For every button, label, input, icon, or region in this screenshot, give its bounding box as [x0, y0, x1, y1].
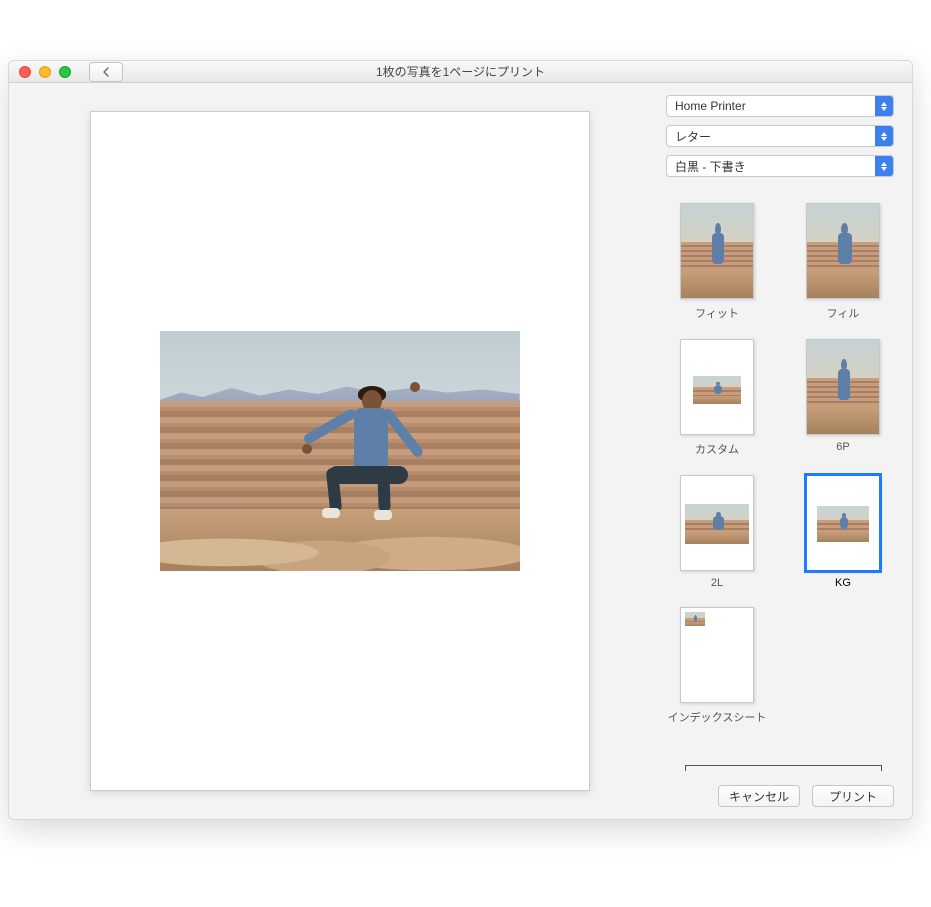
- layout-label: 2L: [711, 577, 723, 589]
- print-dialog-window: 1枚の写真を1ページにプリント: [8, 60, 913, 820]
- titlebar: 1枚の写真を1ページにプリント: [9, 61, 912, 83]
- photo-preview: [160, 331, 520, 571]
- layout-option-6p[interactable]: 6P: [792, 339, 894, 457]
- paper-size-value: レター: [666, 125, 894, 147]
- layout-thumb: [806, 475, 880, 571]
- layout-label: 6P: [836, 441, 849, 453]
- callout-line-bottom: [781, 819, 782, 820]
- sidebar: Home Printer レター 白黒 - 下書き フ: [660, 83, 912, 819]
- zoom-window-button[interactable]: [59, 66, 71, 78]
- layout-option-2l[interactable]: 2L: [666, 475, 768, 589]
- updown-icon: [875, 96, 893, 116]
- page-preview: [90, 111, 590, 791]
- layout-option-kg[interactable]: KG: [792, 475, 894, 589]
- layout-thumb: [680, 203, 754, 299]
- layout-thumb: [680, 607, 754, 703]
- quality-select[interactable]: 白黒 - 下書き: [666, 155, 894, 177]
- layout-label: インデックスシート: [668, 709, 767, 725]
- window-title: 1枚の写真を1ページにプリント: [9, 63, 912, 80]
- layout-option-custom[interactable]: カスタム: [666, 339, 768, 457]
- window-controls: [9, 66, 71, 78]
- updown-icon: [875, 126, 893, 146]
- layout-thumb: [680, 339, 754, 435]
- dialog-body: Home Printer レター 白黒 - 下書き フ: [9, 83, 912, 819]
- cancel-button[interactable]: キャンセル: [718, 785, 800, 807]
- printer-select[interactable]: Home Printer: [666, 95, 894, 117]
- layout-thumb: [806, 339, 880, 435]
- print-button[interactable]: プリント: [812, 785, 894, 807]
- dialog-footer: キャンセル プリント: [666, 769, 894, 807]
- layout-label: カスタム: [695, 441, 739, 457]
- chevron-left-icon: [102, 67, 110, 77]
- layout-option-fit[interactable]: フィット: [666, 203, 768, 321]
- layout-label: フィル: [827, 305, 860, 321]
- quality-value: 白黒 - 下書き: [666, 155, 894, 177]
- paper-size-select[interactable]: レター: [666, 125, 894, 147]
- minimize-window-button[interactable]: [39, 66, 51, 78]
- layout-thumb: [806, 203, 880, 299]
- layout-label: フィット: [695, 305, 739, 321]
- updown-icon: [875, 156, 893, 176]
- printer-select-value: Home Printer: [666, 95, 894, 117]
- layout-option-index-sheet[interactable]: インデックスシート: [666, 607, 768, 725]
- layout-thumb: [680, 475, 754, 571]
- layout-grid: フィット フィル カスタム: [666, 203, 894, 725]
- layout-option-fill[interactable]: フィル: [792, 203, 894, 321]
- callout-bracket: [685, 765, 882, 771]
- close-window-button[interactable]: [19, 66, 31, 78]
- preview-column: [9, 83, 660, 819]
- back-button[interactable]: [89, 62, 123, 82]
- layout-label: KG: [835, 577, 851, 589]
